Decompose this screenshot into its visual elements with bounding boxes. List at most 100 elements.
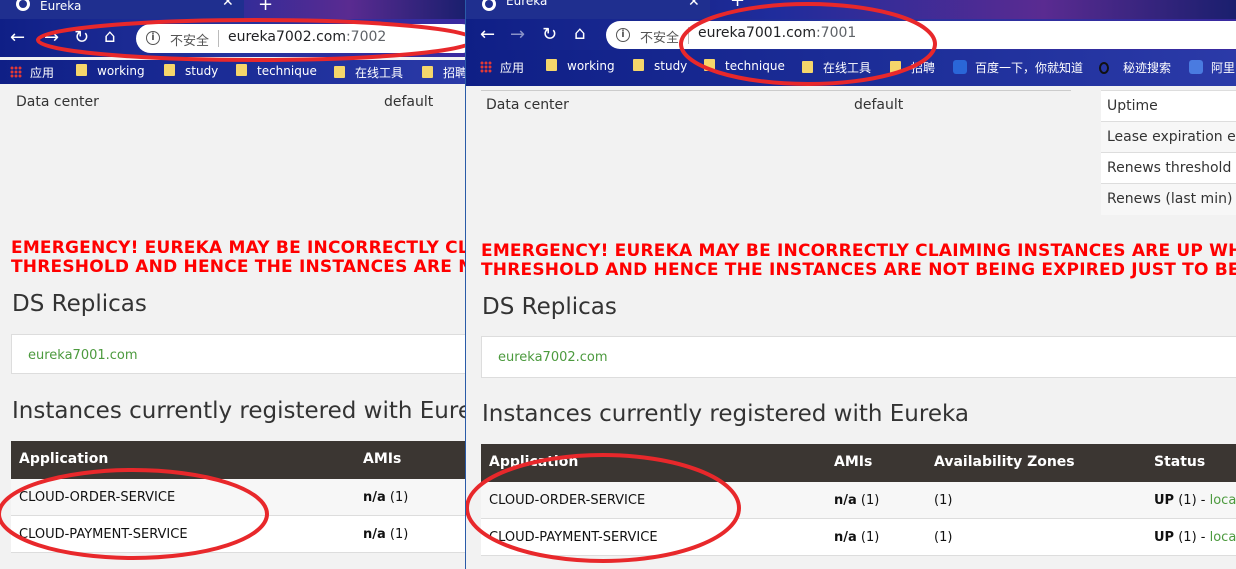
insecure-label: 不安全: [640, 31, 680, 46]
status-cell: UP (1) - localhost:cloud-payment-service…: [1154, 530, 1236, 545]
amis-value: n/a: [834, 493, 857, 508]
eureka-favicon-icon: [482, 0, 496, 11]
bookmark-label: 招聘: [443, 66, 465, 80]
instances-table-header: Application AMIs Availability Zones Stat…: [481, 444, 1236, 482]
divider: [218, 30, 219, 47]
bookmark-study[interactable]: study: [164, 64, 218, 78]
bookmark-baidu[interactable]: 百度一下，你就知道: [953, 59, 1083, 76]
folder-icon: [890, 61, 901, 73]
bookmark-technique[interactable]: technique: [236, 64, 317, 78]
data-center-label: Data center: [486, 97, 569, 113]
apps-grid-icon: [480, 61, 492, 73]
bookmark-label: working: [97, 64, 145, 78]
app-name: CLOUD-PAYMENT-SERVICE: [19, 527, 188, 542]
home-icon[interactable]: ⌂: [574, 25, 585, 43]
bookmark-ali[interactable]: 阿里: [1189, 59, 1235, 76]
table-row: CLOUD-ORDER-SERVICE n/a (1): [11, 479, 465, 516]
url-text[interactable]: eureka7001.com:7001: [698, 25, 856, 41]
bookmark-miji-search[interactable]: 秘迹搜索: [1099, 59, 1171, 76]
bookmark-label: technique: [725, 59, 785, 73]
url-port: :7001: [815, 25, 857, 41]
col-amis: AMIs: [363, 451, 402, 467]
close-tab-icon[interactable]: ✕: [688, 0, 700, 9]
instances-table-header: Application AMIs: [11, 441, 465, 479]
instance-link[interactable]: localhost:cloud-order-service:80: [1210, 493, 1236, 508]
reload-icon[interactable]: ↻: [542, 26, 557, 44]
tab-title: Eureka: [40, 0, 82, 13]
replica-panel: eureka7001.com: [11, 334, 465, 374]
bookmark-label: study: [654, 59, 688, 73]
bookmarks-bar: 应用 working study technique 在线工具 招聘 百度一下，…: [466, 50, 1236, 86]
bookmark-label: working: [567, 59, 615, 73]
bookmark-label: study: [185, 64, 219, 78]
amis-value: n/a: [834, 530, 857, 545]
browser-tab[interactable]: Eureka ✕: [466, 0, 710, 19]
bookmark-online-tools[interactable]: 在线工具: [802, 59, 871, 76]
bookmark-technique[interactable]: technique: [704, 59, 785, 73]
browser-tab[interactable]: Eureka ✕: [0, 0, 244, 19]
zones-cell: (1): [934, 493, 953, 508]
insecure-label: 不安全: [170, 34, 210, 49]
amis-count: (1): [385, 490, 409, 505]
emergency-banner: EMERGENCY! EUREKA MAY BE INCORRECTLY CLA…: [481, 242, 1236, 280]
new-tab-icon[interactable]: +: [258, 0, 273, 15]
instances-title: Instances currently registered with Eure…: [482, 401, 969, 427]
table-row: CLOUD-PAYMENT-SERVICE n/a (1): [11, 516, 465, 553]
bookmark-jobs[interactable]: 招聘: [890, 59, 935, 76]
status-value: UP: [1154, 493, 1175, 508]
bookmark-working[interactable]: working: [546, 59, 615, 73]
page-content: Data center default EMERGENCY! EUREKA MA…: [0, 84, 465, 569]
baidu-paw-icon: [953, 60, 967, 74]
folder-icon: [164, 64, 175, 76]
bookmark-study[interactable]: study: [633, 59, 687, 73]
instance-link[interactable]: localhost:cloud-payment-service:8001: [1210, 530, 1236, 545]
back-icon[interactable]: ←: [10, 29, 25, 47]
emergency-line: THRESHOLD AND HENCE THE INSTANCES ARE NO…: [11, 257, 465, 277]
amis-count: (1): [856, 530, 880, 545]
stat-renews-last-min: Renews (last min): [1101, 183, 1236, 215]
zones-cell: (1): [934, 530, 953, 545]
browser-window-left: Eureka ✕ + ← → ↻ ⌂ i 不安全 eureka7002.com:…: [0, 0, 465, 569]
bookmark-apps[interactable]: 应用: [480, 59, 524, 76]
amis-value: n/a: [363, 490, 386, 505]
bookmark-working[interactable]: working: [76, 64, 145, 78]
emergency-line: THRESHOLD AND HENCE THE INSTANCES ARE NO…: [481, 260, 1236, 280]
bookmark-label: 招聘: [911, 61, 936, 75]
folder-icon: [802, 61, 813, 73]
bookmark-jobs[interactable]: 招聘: [422, 64, 465, 81]
general-info-table: Uptime Lease expiration enabled Renews t…: [1101, 90, 1236, 215]
table-row: CLOUD-ORDER-SERVICE n/a (1) (1) UP (1) -…: [481, 482, 1236, 519]
bookmark-label: 在线工具: [823, 61, 872, 75]
url-host: eureka7001.com: [698, 25, 816, 41]
url-port: :7002: [345, 29, 387, 45]
amis-cell: n/a (1): [834, 530, 879, 545]
forward-icon[interactable]: →: [44, 29, 59, 47]
circle-icon: [1099, 62, 1109, 74]
replica-link[interactable]: eureka7002.com: [498, 350, 608, 365]
emergency-line: EMERGENCY! EUREKA MAY BE INCORRECTLY CLA…: [481, 241, 1236, 261]
amis-count: (1): [385, 527, 409, 542]
address-bar[interactable]: i 不安全 eureka7002.com:7002: [136, 24, 465, 53]
folder-icon: [76, 64, 87, 76]
info-icon[interactable]: i: [616, 28, 630, 42]
forward-icon[interactable]: →: [510, 26, 525, 44]
bookmark-label: 百度一下，你就知道: [975, 61, 1084, 75]
close-tab-icon[interactable]: ✕: [222, 0, 234, 9]
home-icon[interactable]: ⌂: [104, 28, 115, 46]
replica-panel: eureka7002.com: [481, 336, 1236, 378]
col-amis: AMIs: [834, 454, 873, 470]
bookmark-apps[interactable]: 应用: [10, 64, 54, 81]
folder-icon: [633, 59, 644, 71]
bookmark-label: 应用: [30, 66, 55, 80]
replica-link[interactable]: eureka7001.com: [28, 348, 138, 363]
info-icon[interactable]: i: [146, 31, 160, 45]
new-tab-icon[interactable]: +: [730, 0, 745, 11]
folder-icon: [236, 64, 247, 76]
bookmark-label: 秘迹搜索: [1123, 61, 1172, 75]
url-text[interactable]: eureka7002.com:7002: [228, 29, 386, 45]
tab-title: Eureka: [506, 0, 548, 8]
reload-icon[interactable]: ↻: [74, 29, 89, 47]
address-bar[interactable]: i 不安全 eureka7001.com:7001: [606, 21, 1236, 49]
bookmark-online-tools[interactable]: 在线工具: [334, 64, 403, 81]
back-icon[interactable]: ←: [480, 26, 495, 44]
